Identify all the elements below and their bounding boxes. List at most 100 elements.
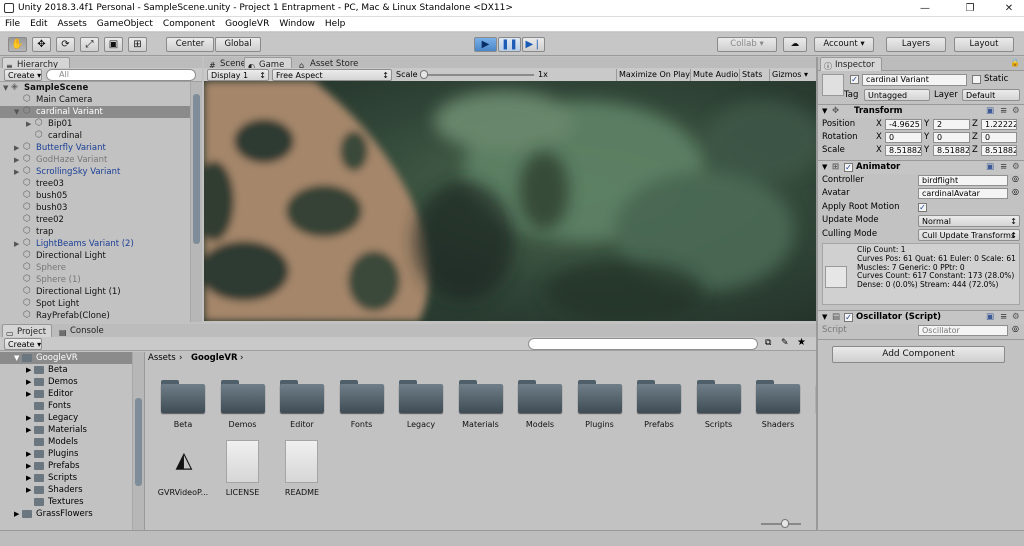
icon-size-slider-handle[interactable] <box>781 519 789 528</box>
oscillator-enabled-checkbox[interactable]: ✓ <box>844 313 853 322</box>
project-tree-item[interactable]: ▶ Beta <box>0 364 132 376</box>
project-create-button[interactable]: Create ▾ <box>4 338 42 350</box>
asset-item[interactable]: LICENSE <box>212 440 274 508</box>
scale-field[interactable]: 8.51882 <box>885 145 922 156</box>
project-tree-item[interactable]: ▶ GrassFlowers <box>0 508 132 520</box>
layers-dropdown[interactable]: Layers <box>886 37 946 52</box>
layout-dropdown[interactable]: Layout <box>954 37 1014 52</box>
position-field[interactable]: -4.9625 <box>885 119 922 130</box>
update-mode-dropdown[interactable]: Normal ↕ <box>918 215 1020 227</box>
oscillator-component-header[interactable]: ▼ ▤ ✓ Oscillator (Script) ▣ ≡ ⚙ <box>818 310 1024 324</box>
culling-mode-dropdown[interactable]: Cull Update Transforms ↕ <box>918 229 1020 241</box>
hierarchy-item[interactable]: ▼ ⬡ cardinal Variant <box>0 106 190 118</box>
breadcrumb-assets[interactable]: Assets <box>148 352 176 364</box>
position-field[interactable]: 2 <box>933 119 970 130</box>
expand-arrow-icon[interactable]: ▼ <box>14 352 19 364</box>
help-icon[interactable]: ▣ <box>986 161 994 174</box>
expand-arrow-icon[interactable]: ▶ <box>14 142 19 154</box>
asset-item[interactable]: Legacy <box>390 380 452 440</box>
script-field[interactable]: Oscillator <box>918 325 1008 336</box>
global-space-button[interactable]: Global <box>215 37 261 52</box>
animator-enabled-checkbox[interactable]: ✓ <box>844 163 853 172</box>
layer-dropdown[interactable]: Default <box>962 89 1020 101</box>
project-tree-item[interactable]: ▶ Materials <box>0 424 132 436</box>
asset-item[interactable]: Shaders <box>747 380 809 440</box>
menu-help[interactable]: Help <box>320 19 351 29</box>
expand-arrow-icon[interactable]: ▶ <box>26 472 31 484</box>
menu-edit[interactable]: Edit <box>25 19 52 29</box>
settings-gear-icon[interactable]: ⚙ <box>1012 311 1020 324</box>
asset-item[interactable]: Beta <box>152 380 214 440</box>
settings-gear-icon[interactable]: ⚙ <box>1012 161 1020 174</box>
expand-arrow-icon[interactable]: ▶ <box>26 460 31 472</box>
scale-slider[interactable] <box>422 74 534 76</box>
menu-file[interactable]: File <box>0 19 25 29</box>
rotate-tool-icon[interactable]: ⟳ <box>56 37 75 52</box>
expand-arrow-icon[interactable]: ▶ <box>14 508 19 520</box>
stats-toggle[interactable]: Stats <box>739 69 764 81</box>
project-tree-item[interactable]: ▶ Legacy <box>0 412 132 424</box>
rotation-field[interactable]: 0 <box>981 132 1017 143</box>
preset-icon[interactable]: ≡ <box>1000 311 1007 324</box>
pause-button[interactable]: ❚❚ <box>498 37 521 52</box>
transform-tool-icon[interactable]: ⊞ <box>128 37 147 52</box>
animator-component-header[interactable]: ▼ ⊞ ✓ Animator ▣ ≡ ⚙ <box>818 160 1024 174</box>
filter-label-icon[interactable]: ✎ <box>781 338 789 348</box>
project-tree-item[interactable]: Fonts <box>0 400 132 412</box>
object-picker-icon[interactable]: ◎ <box>1012 324 1019 333</box>
asset-item[interactable]: Scripts <box>688 380 750 440</box>
project-tree-item[interactable]: ▶ Demos <box>0 376 132 388</box>
hand-tool-icon[interactable]: ✋ <box>8 37 27 52</box>
transform-component-header[interactable]: ▼ ✥ Transform ▣ ≡ ⚙ <box>818 104 1024 118</box>
object-picker-icon[interactable]: ◎ <box>1012 174 1019 183</box>
account-dropdown[interactable]: Account ▾ <box>814 37 874 52</box>
project-tree-item[interactable]: Models <box>0 436 132 448</box>
step-button[interactable]: ▶❘ <box>522 37 545 52</box>
asset-item[interactable]: Editor <box>271 380 333 440</box>
menu-component[interactable]: Component <box>158 19 220 29</box>
cloud-icon[interactable]: ☁ <box>783 37 807 52</box>
rotation-field[interactable]: 0 <box>885 132 922 143</box>
expand-arrow-icon[interactable]: ▼ <box>14 106 19 118</box>
gameobject-name-field[interactable]: cardinal Variant <box>862 74 967 86</box>
lock-icon[interactable]: 🔒 <box>1010 58 1020 67</box>
asset-item[interactable]: Fonts <box>331 380 393 440</box>
hierarchy-search-input[interactable]: All <box>46 69 196 81</box>
maximize-button[interactable]: ❐ <box>955 1 985 16</box>
add-component-button[interactable]: Add Component <box>832 346 1005 363</box>
maximize-on-play-toggle[interactable]: Maximize On Play <box>616 69 692 81</box>
project-tree-item[interactable]: ▶ Editor <box>0 388 132 400</box>
tag-dropdown[interactable]: Untagged <box>864 89 930 101</box>
project-tree-scrollbar[interactable] <box>132 352 144 530</box>
asset-item[interactable]: README <box>271 440 333 508</box>
scale-slider-handle[interactable] <box>420 70 428 79</box>
minimize-button[interactable]: — <box>910 1 940 16</box>
menu-googlevr[interactable]: GoogleVR <box>220 19 274 29</box>
gizmos-dropdown[interactable]: Gizmos ▾ <box>769 69 810 81</box>
expand-arrow-icon[interactable]: ▶ <box>14 166 19 178</box>
controller-field[interactable]: birdflight <box>918 175 1008 186</box>
hierarchy-scroll-thumb[interactable] <box>193 94 200 244</box>
hierarchy-create-button[interactable]: Create ▾ <box>4 69 42 81</box>
project-tree-item[interactable]: ▶ Plugins <box>0 448 132 460</box>
hierarchy-scrollbar[interactable] <box>190 82 202 322</box>
move-tool-icon[interactable]: ✥ <box>32 37 51 52</box>
project-tree-scroll-thumb[interactable] <box>135 398 142 486</box>
rotation-field[interactable]: 0 <box>933 132 970 143</box>
breadcrumb-googlevr[interactable]: GoogleVR <box>191 352 238 364</box>
help-icon[interactable]: ▣ <box>986 105 994 118</box>
expand-arrow-icon[interactable]: ▶ <box>26 484 31 496</box>
settings-gear-icon[interactable]: ⚙ <box>1012 105 1020 118</box>
favorite-star-icon[interactable]: ★ <box>797 337 806 348</box>
position-field[interactable]: 1.22222 <box>981 119 1017 130</box>
expand-arrow-icon[interactable]: ▶ <box>14 238 19 250</box>
play-button[interactable]: ▶ <box>474 37 497 52</box>
project-tree-item[interactable]: ▼ GoogleVR <box>0 352 132 364</box>
help-icon[interactable]: ▣ <box>986 311 994 324</box>
filter-type-icon[interactable]: ⧉ <box>765 338 771 348</box>
expand-arrow-icon[interactable]: ▶ <box>26 412 31 424</box>
expand-arrow-icon[interactable]: ▶ <box>26 118 31 130</box>
apply-root-motion-checkbox[interactable]: ✓ <box>918 203 927 212</box>
tab-inspector[interactable]: ⓘ Inspector <box>820 57 882 71</box>
project-search-input[interactable] <box>528 338 758 350</box>
